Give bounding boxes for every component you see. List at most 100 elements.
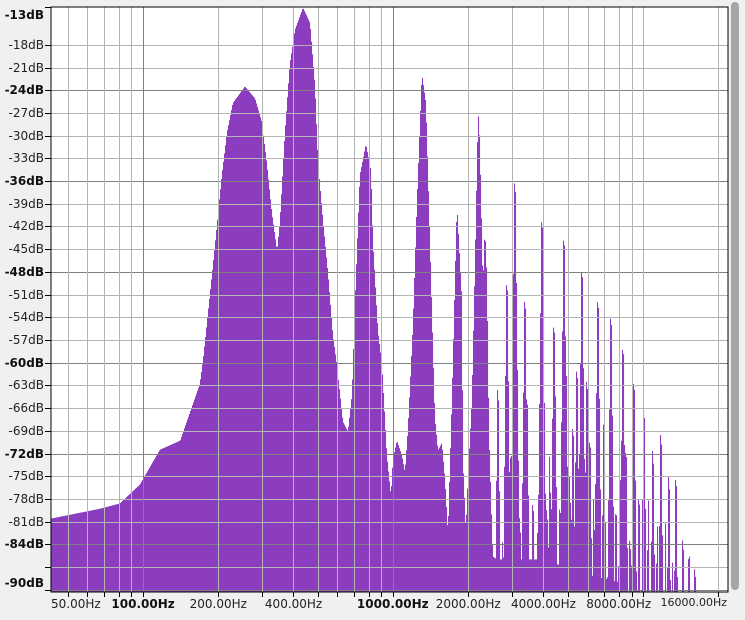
spectrum-column — [224, 153, 226, 592]
spectrum-column — [370, 167, 372, 593]
spectrum-column — [311, 41, 313, 593]
spectrum-column — [58, 517, 60, 592]
spectrum-column — [234, 100, 236, 592]
spectrum-column — [669, 489, 671, 592]
spectrum-column — [250, 93, 252, 593]
spectrum-column — [623, 354, 625, 592]
spectrum-column — [60, 516, 62, 592]
spectrum-column — [642, 499, 644, 592]
y-tick-label: -13dB — [4, 8, 44, 22]
spectrum-column — [103, 507, 105, 592]
spectrum-column — [610, 318, 612, 592]
y-tick-label: -48dB — [4, 264, 44, 279]
spectrum-column — [528, 495, 530, 592]
spectrum-column — [550, 492, 552, 592]
spectrum-column — [270, 199, 272, 592]
spectrum-column — [197, 390, 199, 592]
spectrum-column — [473, 330, 475, 592]
spectrum-column — [261, 120, 263, 592]
spectrum-column — [114, 504, 116, 592]
spectrum-column — [112, 505, 114, 592]
spectrum-column — [675, 479, 677, 592]
spectrum-column — [124, 499, 126, 592]
spectrum-column — [599, 398, 601, 592]
spectrum-column — [128, 495, 130, 592]
spectrum-column — [648, 500, 650, 592]
spectrum-column — [364, 151, 366, 592]
spectrum-column — [142, 480, 144, 592]
spectrum-column — [451, 414, 453, 592]
spectrum-column — [54, 517, 56, 592]
spectrum-column — [506, 285, 508, 592]
spectrum-column — [230, 115, 232, 592]
spectrum-column — [474, 286, 476, 592]
spectrum-column — [421, 84, 423, 592]
spectrum-column — [423, 85, 425, 592]
spectrum-column — [267, 169, 269, 592]
spectrum-column — [233, 102, 235, 593]
spectrum-column — [115, 504, 117, 592]
spectrum-column — [575, 462, 577, 592]
spectrum-column — [300, 14, 302, 593]
spectrum-column — [592, 575, 594, 592]
spectrum-column — [289, 69, 291, 592]
spectrum-column — [491, 514, 493, 592]
spectrum-column — [351, 399, 353, 592]
spectrum-column — [437, 445, 439, 592]
spectrum-column — [552, 418, 554, 592]
spectrum-column — [469, 448, 471, 592]
spectrum-column — [373, 251, 375, 592]
spectrum-column — [638, 499, 640, 592]
spectrum-column — [151, 464, 153, 592]
spectrum-column — [180, 439, 182, 592]
spectrum-column — [545, 493, 547, 592]
spectrum-column — [161, 449, 163, 592]
spectrum-column — [600, 489, 602, 592]
spectrum-column — [596, 393, 598, 592]
spectrum-column — [578, 468, 580, 592]
spectrum-column — [601, 577, 603, 592]
spectrum-column — [118, 503, 120, 592]
vertical-scrollbar[interactable] — [731, 2, 739, 590]
spectrum-column — [264, 143, 266, 592]
spectrum-column — [521, 559, 523, 592]
spectrum-column — [260, 117, 262, 593]
spectrum-column — [403, 464, 405, 592]
spectrum-column — [302, 9, 304, 592]
spectrum-column — [653, 463, 655, 592]
spectrum-column — [357, 238, 359, 592]
spectrum-column — [558, 564, 560, 592]
spectrum-column — [70, 514, 72, 592]
spectrum-column — [472, 375, 474, 592]
spectrum-column — [169, 445, 171, 592]
spectrum-column — [326, 257, 328, 592]
spectrum-column — [537, 533, 539, 592]
spectrum-column — [343, 422, 345, 592]
spectrum-column — [313, 67, 315, 592]
spectrum-column — [168, 445, 170, 592]
spectrum-column — [287, 97, 289, 593]
spectrum-column — [146, 473, 148, 592]
spectrum-column — [499, 491, 501, 592]
spectrum-column — [557, 564, 559, 592]
spectrum-column — [493, 556, 495, 592]
spectrum-column — [465, 521, 467, 592]
spectrum-column — [420, 110, 422, 592]
spectrum-column — [355, 290, 357, 592]
spectrum-column — [216, 230, 218, 592]
spectrum-column — [251, 94, 253, 592]
spectrum-column — [407, 436, 409, 592]
spectrum-column — [597, 302, 599, 592]
spectrum-column — [527, 404, 529, 592]
spectrum-column — [361, 166, 363, 593]
spectrum-column — [214, 250, 216, 593]
spectrum-column — [81, 512, 83, 592]
spectrum-column — [605, 521, 607, 592]
spectrum-column — [200, 379, 202, 592]
spectrum-column — [538, 494, 540, 592]
spectrum-column — [379, 344, 381, 592]
spectrum-column — [63, 516, 65, 592]
spectrum-column — [155, 457, 157, 592]
spectrum-column — [53, 518, 55, 592]
spectrum-column — [162, 448, 164, 592]
